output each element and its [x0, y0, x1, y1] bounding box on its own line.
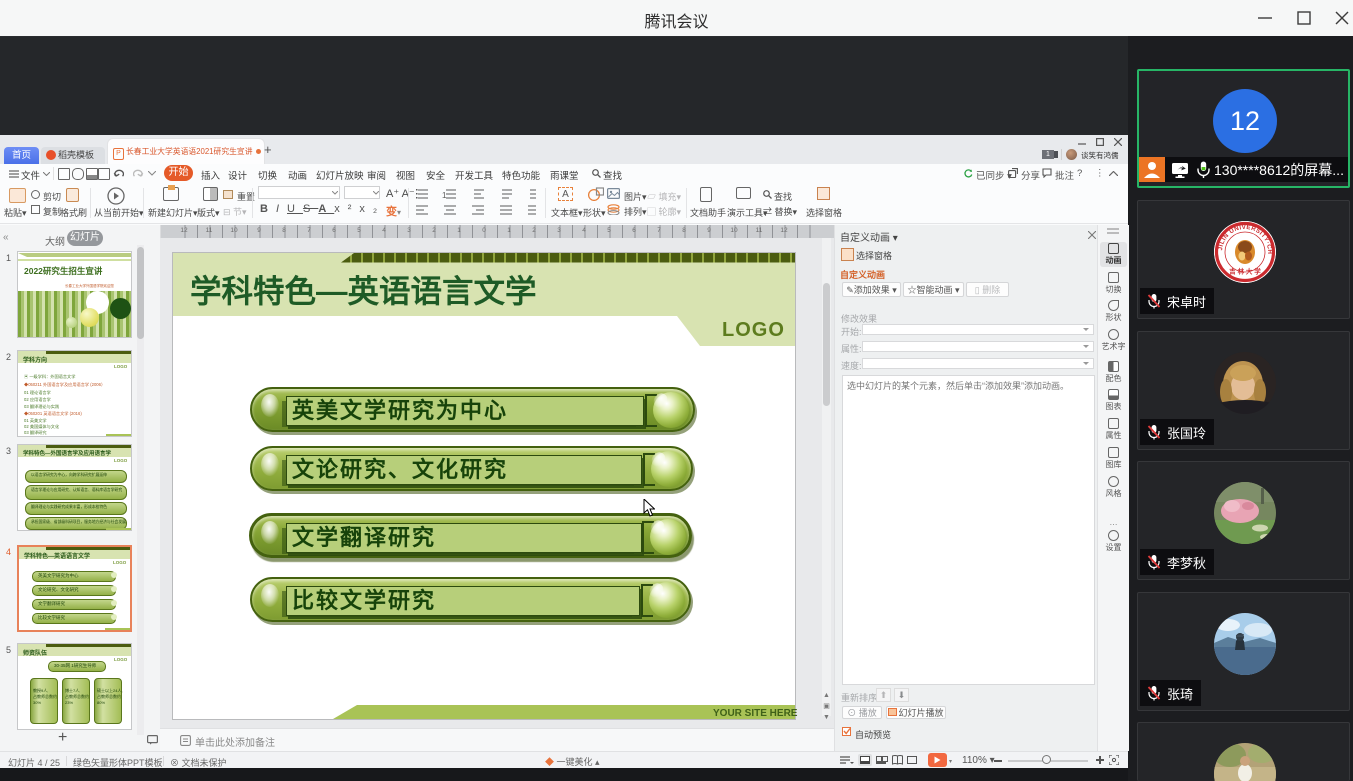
- svg-text:1: 1: [442, 191, 447, 200]
- svg-text:吉 林 大 学: 吉 林 大 学: [1229, 267, 1261, 276]
